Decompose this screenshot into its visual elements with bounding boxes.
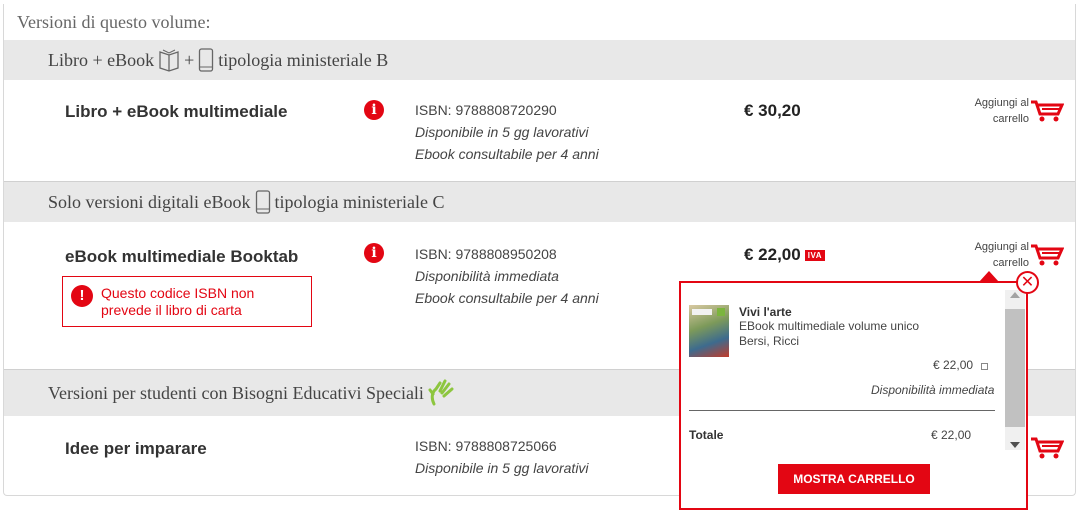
info-icon[interactable]: i (364, 243, 384, 263)
isbn-text: ISBN: 9788808950208 (415, 246, 557, 262)
iva-badge: IVA (804, 250, 825, 262)
cart-item-subtitle: EBook multimediale volume unico (739, 319, 920, 333)
total-label: Totale (689, 428, 724, 442)
info-icon[interactable]: i (364, 100, 384, 120)
section-band-libro-ebook: Libro + eBook + tipologia ministeriale B (4, 40, 1075, 80)
product-name: eBook multimediale Booktab (65, 247, 299, 266)
scroll-down-arrow[interactable] (1010, 442, 1020, 448)
availability-text: Disponibile in 5 gg lavorativi (415, 460, 589, 476)
cart-item-title[interactable]: Vivi l'arte (739, 305, 792, 319)
isbn-warning-box: ! Questo codice ISBN non prevede il libr… (62, 276, 312, 327)
availability-text: Disponibile in 5 gg lavorativi (415, 124, 589, 140)
hand-icon (428, 378, 458, 408)
book-icon (158, 48, 180, 72)
total-value: € 22,00 (931, 428, 972, 442)
isbn-text: ISBN: 9788808725066 (415, 438, 557, 454)
section-label: Libro + eBook (48, 49, 155, 70)
product-name: Libro + eBook multimediale (65, 102, 288, 121)
scroll-up-arrow[interactable] (1010, 292, 1020, 298)
ebook-duration-text: Ebook consultabile per 4 anni (415, 146, 599, 162)
add-to-cart-link[interactable]: Aggiungi al carrello (949, 95, 1029, 127)
warning-text: Questo codice ISBN non prevede il libro … (101, 285, 254, 318)
cart-item-authors: Bersi, Ricci (739, 334, 800, 348)
ebook-duration-text: Ebook consultabile per 4 anni (415, 290, 599, 306)
panel-title: Versioni di questo volume: (17, 12, 211, 32)
show-cart-button[interactable]: MOSTRA CARRELLO (778, 464, 930, 494)
cart-popup: Vivi l'arte EBook multimediale volume un… (679, 281, 1028, 510)
add-to-cart-label: Aggiungi al (974, 241, 1029, 253)
remove-item-checkbox[interactable] (981, 363, 988, 370)
product-details: ISBN: 9788808950208 Disponibilità immedi… (415, 243, 599, 309)
add-to-cart-label-2: carrello (992, 257, 1029, 269)
phone-icon (198, 48, 214, 72)
section-label-tipologia: tipologia ministeriale B (218, 49, 389, 70)
plus-sign: + (184, 49, 195, 70)
add-to-cart-label-2: carrello (992, 113, 1029, 125)
price: € 22,00 IVA (744, 245, 825, 265)
cart-icon[interactable] (1030, 99, 1064, 123)
product-name: Idee per imparare (65, 439, 207, 458)
book-cover-thumbnail (689, 305, 729, 357)
close-icon[interactable]: ✕ (1016, 271, 1039, 294)
section-label-tipologia: tipologia ministeriale C (274, 191, 445, 212)
section-label: Versioni per studenti con Bisogni Educat… (48, 382, 424, 403)
phone-icon (255, 190, 271, 214)
divider (689, 410, 995, 411)
add-to-cart-link[interactable]: Aggiungi al carrello (949, 239, 1029, 271)
availability-text: Disponibilità immediata (415, 268, 559, 284)
warning-icon: ! (71, 285, 93, 307)
warning-line: prevede il libro di carta (101, 302, 242, 318)
cart-icon[interactable] (1030, 436, 1064, 460)
section-band-digital: Solo versioni digitali eBook tipologia m… (4, 182, 1075, 222)
product-details: ISBN: 9788808720290 Disponibile in 5 gg … (415, 99, 599, 165)
isbn-text: ISBN: 9788808720290 (415, 102, 557, 118)
scrollbar-thumb[interactable] (1005, 309, 1025, 427)
price-value: € 22,00 (744, 245, 801, 264)
price: € 30,20 (744, 101, 801, 120)
cart-item-availability: Disponibilità immediata (871, 383, 995, 397)
cart-icon[interactable] (1030, 243, 1064, 267)
warning-line: Questo codice ISBN non (101, 285, 255, 301)
product-details: ISBN: 9788808725066 Disponibile in 5 gg … (415, 435, 589, 479)
cart-item-price: € 22,00 (933, 358, 974, 372)
section-label: Solo versioni digitali eBook (48, 191, 251, 212)
add-to-cart-label: Aggiungi al (974, 97, 1029, 109)
